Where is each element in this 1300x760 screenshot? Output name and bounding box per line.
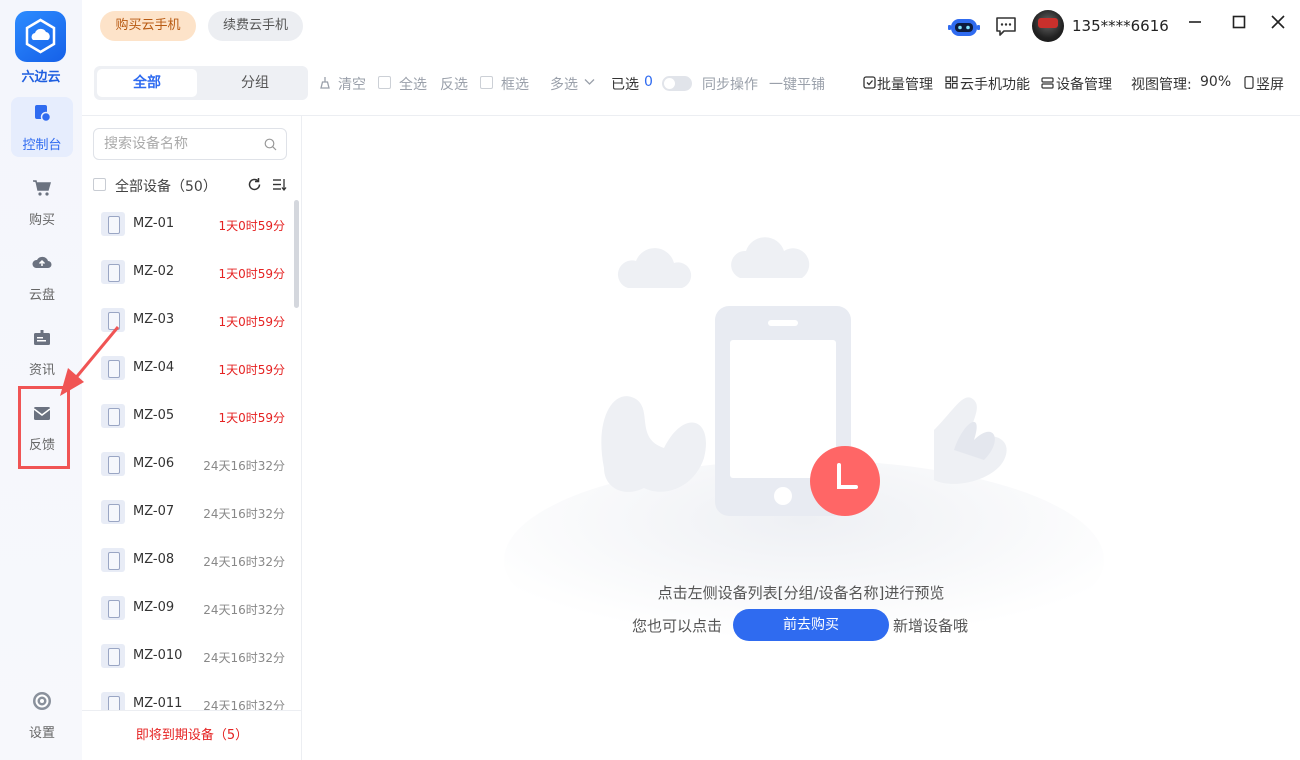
device-row[interactable]: MZ-07 24天16时32分 (82, 488, 302, 536)
message-icon[interactable] (995, 15, 1017, 37)
device-remaining-time: 24天16时32分 (203, 651, 285, 665)
expiring-devices-link[interactable]: 即将到期设备（5） (82, 710, 302, 760)
all-devices-label[interactable]: 全部设备（50） (115, 176, 217, 196)
user-avatar[interactable] (1032, 10, 1064, 42)
empty-hint: 点击左侧设备列表[分组/设备名称]进行预览 (657, 584, 945, 602)
maximize-icon[interactable] (1229, 12, 1249, 32)
empty-hint-suffix: 新增设备哦 (893, 617, 969, 635)
device-name: MZ-02 (133, 264, 175, 279)
select-all-checkbox[interactable] (378, 76, 391, 89)
device-remaining-time: 24天16时32分 (203, 699, 285, 710)
portrait-button[interactable]: 竖屏 (1256, 74, 1284, 94)
selected-count: 0 (644, 74, 653, 90)
tab-group[interactable]: 分组 (205, 69, 305, 97)
clear-button[interactable]: 清空 (338, 74, 366, 94)
sync-toggle[interactable] (662, 76, 692, 91)
device-remaining-time: 1天0时59分 (218, 315, 285, 329)
broom-icon (320, 77, 330, 89)
batch-manage-button[interactable]: 批量管理 (877, 74, 933, 94)
view-manage-label: 视图管理: (1131, 77, 1192, 93)
device-icon (101, 548, 125, 572)
device-row[interactable]: MZ-06 24天16时32分 (82, 440, 302, 488)
device-name: MZ-01 (133, 216, 175, 231)
device-name: MZ-05 (133, 408, 175, 423)
sync-operation-label[interactable]: 同步操作 (702, 74, 758, 94)
annotation-arrow (60, 326, 120, 396)
device-name: MZ-07 (133, 504, 175, 519)
device-list-scrollbar[interactable] (294, 200, 299, 308)
device-name: MZ-011 (133, 696, 183, 710)
nav-settings[interactable]: 设置 (11, 685, 73, 745)
device-row[interactable]: MZ-011 24天16时32分 (82, 680, 302, 710)
title-bar: 购买云手机 续费云手机 135****6616 (82, 0, 1300, 52)
device-remaining-time: 24天16时32分 (203, 555, 285, 569)
select-all-label[interactable]: 全选 (399, 74, 427, 94)
go-buy-button[interactable]: 前去购买 (733, 609, 889, 641)
device-remaining-time: 24天16时32分 (203, 459, 285, 473)
minimize-icon[interactable] (1185, 12, 1205, 32)
device-row[interactable]: MZ-09 24天16时32分 (82, 584, 302, 632)
device-manage-icon (1041, 77, 1054, 89)
device-icon (101, 452, 125, 476)
tile-all-button[interactable]: 一键平铺 (769, 74, 825, 94)
device-remaining-time: 1天0时59分 (218, 363, 285, 377)
batch-icon (863, 76, 876, 89)
device-manage-button[interactable]: 设备管理 (1056, 74, 1112, 94)
device-icon (101, 692, 125, 710)
device-remaining-time: 24天16时32分 (203, 603, 285, 617)
toolbar: 全部 分组 清空 全选 反选 框选 多选 已选 0 同步操作 一键平铺 批量管理 (82, 52, 1300, 116)
portrait-icon (1244, 76, 1254, 89)
device-remaining-time: 24天16时32分 (203, 507, 285, 521)
device-name: MZ-03 (133, 312, 175, 327)
refresh-icon[interactable] (247, 177, 262, 192)
selected-label: 已选 (611, 77, 639, 93)
invert-selection-button[interactable]: 反选 (440, 74, 468, 94)
device-name: MZ-09 (133, 600, 175, 615)
phone-function-button[interactable]: 云手机功能 (960, 74, 1030, 94)
device-name: MZ-010 (133, 648, 183, 663)
nav-label: 设置 (28, 726, 55, 741)
device-name: MZ-08 (133, 552, 175, 567)
user-account[interactable]: 135****6616 (1072, 17, 1169, 35)
gear-icon (33, 692, 51, 710)
device-icon (101, 500, 125, 524)
empty-hint-prefix: 您也可以点击 (632, 617, 723, 635)
box-select-checkbox[interactable] (480, 76, 493, 89)
device-remaining-time: 1天0时59分 (218, 267, 285, 281)
close-icon[interactable] (1268, 12, 1288, 32)
grid-icon (945, 76, 958, 89)
device-icon (101, 644, 125, 668)
device-name: MZ-04 (133, 360, 175, 375)
app-window: 六边云 控制台 购买 云盘 资讯 反馈 设置 购买云手机 续费云手机 135**… (0, 0, 1300, 760)
device-remaining-time: 1天0时59分 (218, 411, 285, 425)
view-zoom-value[interactable]: 90% (1200, 74, 1231, 90)
multi-select-dropdown[interactable]: 多选 (550, 74, 578, 94)
chevron-down-icon (584, 79, 595, 85)
device-name: MZ-06 (133, 456, 175, 471)
renew-phone-button[interactable]: 续费云手机 (208, 11, 303, 41)
assistant-robot-icon[interactable] (948, 16, 980, 38)
sort-icon[interactable] (272, 177, 287, 192)
search-icon[interactable] (264, 138, 277, 151)
preview-area: 点击左侧设备列表[分组/设备名称]进行预览 您也可以点击 前去购买 新增设备哦 (302, 116, 1300, 760)
device-remaining-time: 1天0时59分 (218, 219, 285, 233)
box-select-label[interactable]: 框选 (501, 74, 529, 94)
device-icon (101, 596, 125, 620)
device-icon (101, 404, 125, 428)
device-row[interactable]: MZ-08 24天16时32分 (82, 536, 302, 584)
device-row[interactable]: MZ-010 24天16时32分 (82, 632, 302, 680)
